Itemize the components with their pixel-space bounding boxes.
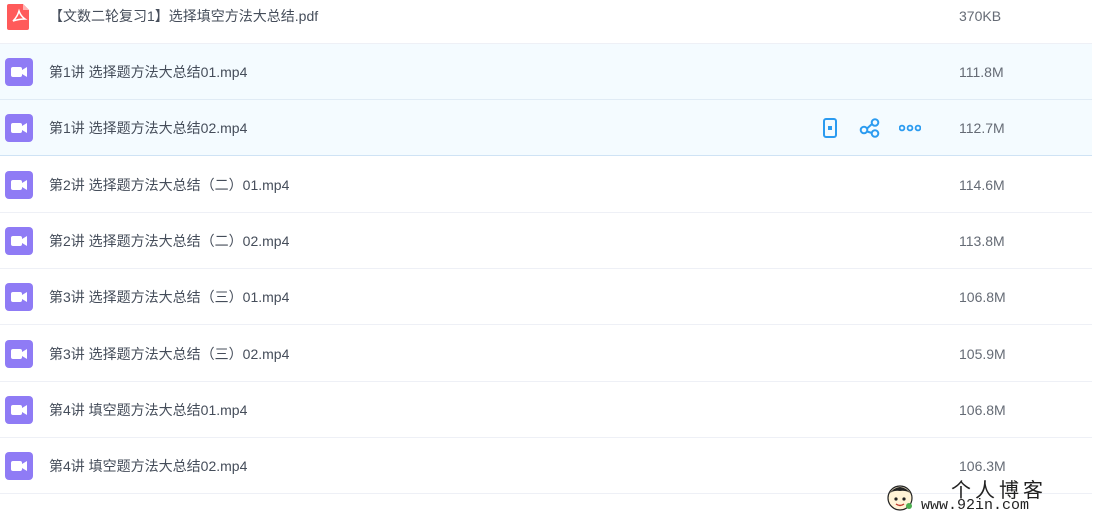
phone-icon <box>823 117 837 138</box>
file-name[interactable]: 第4讲 填空题方法大总结01.mp4 <box>49 400 247 420</box>
file-size: 106.3M <box>959 457 1006 474</box>
file-size: 111.8M <box>959 63 1004 80</box>
file-name[interactable]: 第2讲 选择题方法大总结（二）02.mp4 <box>49 231 289 251</box>
file-size: 114.6M <box>959 176 1005 193</box>
more-icon <box>899 124 921 131</box>
file-row[interactable]: 第2讲 选择题方法大总结（二）01.mp4 114.6M <box>0 157 1092 213</box>
row-actions <box>819 114 921 142</box>
share-icon <box>859 117 880 138</box>
file-row[interactable]: 第4讲 填空题方法大总结01.mp4 106.8M <box>0 382 1092 438</box>
video-icon <box>5 395 33 424</box>
file-size: 113.8M <box>959 232 1005 249</box>
file-row[interactable]: 第3讲 选择题方法大总结（三）01.mp4 106.8M <box>0 269 1092 325</box>
mascot-face-icon <box>887 485 913 511</box>
file-name[interactable]: 第1讲 选择题方法大总结02.mp4 <box>49 118 247 138</box>
video-icon <box>5 282 33 311</box>
file-size: 105.9M <box>959 345 1006 362</box>
video-icon <box>5 226 33 255</box>
video-icon <box>5 113 33 142</box>
watermark: 个人博客 www.92in.com <box>885 478 1075 516</box>
file-row[interactable]: 第3讲 选择题方法大总结（三）02.mp4 105.9M <box>0 326 1092 382</box>
video-icon <box>5 451 33 480</box>
file-name[interactable]: 第3讲 选择题方法大总结（三）02.mp4 <box>49 344 289 364</box>
file-name[interactable]: 第3讲 选择题方法大总结（三）01.mp4 <box>49 287 289 307</box>
watermark-url: www.92in.com <box>921 497 1030 514</box>
video-icon <box>5 339 33 368</box>
file-size: 370KB <box>959 7 1002 24</box>
pdf-icon <box>7 3 29 30</box>
share-button[interactable] <box>859 117 881 139</box>
video-icon <box>5 57 33 86</box>
file-row[interactable]: 【文数二轮复习1】选择填空方法大总结.pdf 370KB <box>0 0 1092 44</box>
file-row[interactable]: 第1讲 选择题方法大总结02.mp4 112.7M <box>0 100 1092 156</box>
file-size: 112.7M <box>959 119 1005 136</box>
send-to-phone-button[interactable] <box>819 117 841 139</box>
file-size: 106.8M <box>959 401 1006 418</box>
file-name[interactable]: 【文数二轮复习1】选择填空方法大总结.pdf <box>49 6 318 26</box>
file-row[interactable]: 第1讲 选择题方法大总结01.mp4 111.8M <box>0 44 1092 100</box>
video-icon <box>5 170 33 199</box>
file-row[interactable]: 第2讲 选择题方法大总结（二）02.mp4 113.8M <box>0 213 1092 269</box>
file-name[interactable]: 第2讲 选择题方法大总结（二）01.mp4 <box>49 175 289 195</box>
file-size: 106.8M <box>959 288 1006 305</box>
file-name[interactable]: 第1讲 选择题方法大总结01.mp4 <box>49 62 247 82</box>
file-name[interactable]: 第4讲 填空题方法大总结02.mp4 <box>49 456 247 476</box>
more-button[interactable] <box>899 117 921 139</box>
